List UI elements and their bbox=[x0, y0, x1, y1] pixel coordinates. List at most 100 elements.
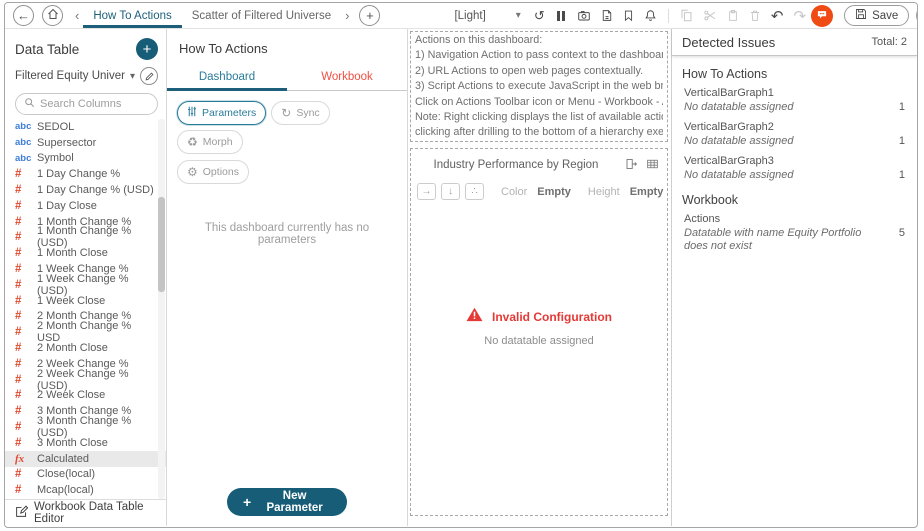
back-button[interactable]: ← bbox=[13, 5, 34, 26]
scrollbar-track[interactable] bbox=[158, 119, 165, 499]
undo-icon[interactable]: ↶ bbox=[771, 7, 784, 25]
issue-item[interactable]: VerticalBarGraph3 No datatable assigned … bbox=[682, 152, 907, 186]
column-list-item[interactable]: # 1 Day Change % bbox=[5, 166, 166, 182]
issue-target: VerticalBarGraph2 bbox=[684, 121, 774, 133]
edit-square-icon bbox=[15, 505, 29, 521]
search-columns-input[interactable] bbox=[40, 98, 140, 110]
column-list-item[interactable]: fx Calculated bbox=[5, 450, 166, 467]
chevron-down-icon[interactable]: ▾ bbox=[516, 10, 521, 21]
dashboard-tab-how-to-actions[interactable]: How To Actions bbox=[83, 3, 183, 28]
table-grid-icon[interactable] bbox=[646, 158, 659, 170]
column-list-item[interactable]: # Mcap(local) bbox=[5, 482, 166, 498]
column-name: Mcap(local) bbox=[37, 484, 94, 497]
refresh-button[interactable]: ↺ bbox=[534, 8, 545, 24]
back-icon: ← bbox=[17, 8, 30, 23]
sync-icon: ↻ bbox=[281, 106, 292, 120]
options-button[interactable]: ⚙ Options bbox=[177, 160, 249, 184]
view-button[interactable]: View bbox=[916, 5, 917, 26]
column-type-icon: # bbox=[15, 199, 22, 212]
prev-dashboard-chevron[interactable]: ‹ bbox=[75, 8, 79, 23]
bookmark-icon[interactable] bbox=[623, 9, 634, 22]
issue-item[interactable]: Actions Datatable with name Equity Portf… bbox=[682, 210, 907, 257]
add-navigation-action-button[interactable]: → bbox=[417, 183, 436, 200]
issue-message: No datatable assigned bbox=[684, 101, 794, 113]
tab-dashboard[interactable]: Dashboard bbox=[167, 65, 287, 91]
dashboard-tab-scatter[interactable]: Scatter of Filtered Universe bbox=[182, 3, 341, 28]
parameters-button[interactable]: Parameters bbox=[177, 101, 267, 125]
issues-section-title: How To Actions bbox=[682, 67, 768, 81]
add-scatter-action-button[interactable]: ∴ bbox=[465, 183, 484, 200]
workbook-data-table-editor-button[interactable]: Workbook Data Table Editor bbox=[5, 499, 166, 526]
notifications-bell-icon[interactable] bbox=[644, 9, 657, 22]
column-type-icon: # bbox=[15, 326, 22, 339]
detected-issues-title: Detected Issues bbox=[682, 34, 776, 50]
column-name: 1 Month Change % (USD) bbox=[37, 225, 132, 250]
column-name: 1 Day Change % bbox=[37, 168, 121, 181]
issue-item[interactable]: VerticalBarGraph2 No datatable assigned … bbox=[682, 118, 907, 152]
snapshot-icon[interactable] bbox=[577, 9, 591, 22]
chevron-down-icon[interactable]: ▾ bbox=[130, 71, 135, 82]
save-button[interactable]: Save bbox=[844, 5, 910, 26]
column-list: abc SEDOL abc Supersector abc Symbol # 1… bbox=[5, 119, 166, 499]
plus-icon: + bbox=[142, 40, 152, 58]
color-value[interactable]: Empty bbox=[537, 186, 571, 198]
data-table-selector[interactable]: Filtered Equity Universe bbox=[15, 70, 125, 82]
delete-trash-icon[interactable] bbox=[749, 9, 761, 22]
issues-section-title: Workbook bbox=[682, 193, 739, 207]
column-list-item[interactable]: abc SEDOL bbox=[5, 119, 166, 135]
column-type-icon: # bbox=[15, 215, 22, 228]
scrollbar-thumb[interactable] bbox=[158, 197, 165, 292]
viz-title: Industry Performance by Region bbox=[433, 159, 599, 171]
column-name: 2 Week Close bbox=[37, 389, 106, 402]
column-list-item[interactable]: # 2 Month Change % USD bbox=[5, 320, 166, 344]
text-notes-part[interactable]: Actions on this dashboard: 1) Navigation… bbox=[410, 31, 668, 142]
column-type-icon: # bbox=[15, 263, 22, 276]
no-parameters-message: This dashboard currently has no paramete… bbox=[204, 222, 370, 246]
tab-label: Scatter of Filtered Universe bbox=[191, 9, 332, 22]
edit-data-table-button[interactable] bbox=[140, 67, 158, 85]
redo-icon[interactable]: ↷ bbox=[793, 7, 806, 25]
footer-label: Workbook Data Table Editor bbox=[34, 501, 144, 525]
column-list-item[interactable]: # Close(local) bbox=[5, 467, 166, 483]
issue-target: VerticalBarGraph1 bbox=[684, 87, 774, 99]
column-list-item[interactable]: abc Supersector bbox=[5, 135, 166, 151]
export-data-icon[interactable] bbox=[625, 158, 638, 170]
column-name: 2 Month Change % USD bbox=[37, 320, 132, 345]
add-drilldown-action-button[interactable]: ↓ bbox=[441, 183, 460, 200]
feedback-chat-button[interactable] bbox=[811, 4, 834, 27]
morph-button[interactable]: ♻ Morph bbox=[177, 130, 243, 154]
add-dashboard-button[interactable]: + bbox=[359, 5, 381, 26]
column-type-icon: # bbox=[15, 168, 22, 181]
next-dashboard-chevron[interactable]: › bbox=[345, 8, 349, 23]
column-list-item[interactable]: # 1 Day Close bbox=[5, 198, 166, 214]
column-name: 2 Week Change % (USD) bbox=[37, 367, 129, 392]
new-parameter-button[interactable]: + New Parameter bbox=[227, 488, 347, 516]
add-data-table-button[interactable]: + bbox=[136, 38, 158, 60]
column-list-item[interactable]: # 2 Week Change % (USD) bbox=[5, 368, 166, 392]
column-list-item[interactable]: abc Symbol bbox=[5, 151, 166, 167]
issue-message: Datatable with name Equity Portfolio doe… bbox=[684, 227, 862, 252]
tab-workbook[interactable]: Workbook bbox=[287, 65, 407, 90]
column-list-item[interactable]: # 1 Week Change % (USD) bbox=[5, 273, 166, 297]
sync-button[interactable]: ↻ Sync bbox=[271, 101, 330, 125]
pause-icon[interactable] bbox=[556, 10, 566, 21]
theme-selector[interactable]: [Light] bbox=[454, 10, 485, 22]
home-button[interactable] bbox=[42, 5, 63, 26]
copy-icon[interactable] bbox=[680, 9, 693, 22]
error-title: Invalid Configuration bbox=[492, 310, 612, 324]
pdf-export-icon[interactable] bbox=[601, 9, 613, 22]
cut-icon[interactable] bbox=[703, 9, 717, 22]
height-value[interactable]: Empty bbox=[630, 186, 664, 198]
paste-icon[interactable] bbox=[727, 9, 739, 22]
search-columns-box bbox=[15, 93, 158, 115]
column-type-icon: # bbox=[15, 247, 22, 260]
visualization-part[interactable]: Industry Performance by Region → ↓ ∴ Col… bbox=[410, 148, 668, 516]
column-list-item[interactable]: # 1 Day Change % (USD) bbox=[5, 182, 166, 198]
column-list-item[interactable]: # 3 Month Change % (USD) bbox=[5, 415, 166, 439]
error-message: No datatable assigned bbox=[484, 335, 594, 347]
column-list-item[interactable]: # 1 Month Change % (USD) bbox=[5, 225, 166, 249]
note-line: 3) Script Actions to execute JavaScript … bbox=[415, 80, 663, 93]
column-name: 3 Month Close bbox=[37, 436, 108, 449]
column-name: 1 Day Close bbox=[37, 199, 97, 212]
issue-item[interactable]: VerticalBarGraph1 No datatable assigned … bbox=[682, 84, 907, 118]
